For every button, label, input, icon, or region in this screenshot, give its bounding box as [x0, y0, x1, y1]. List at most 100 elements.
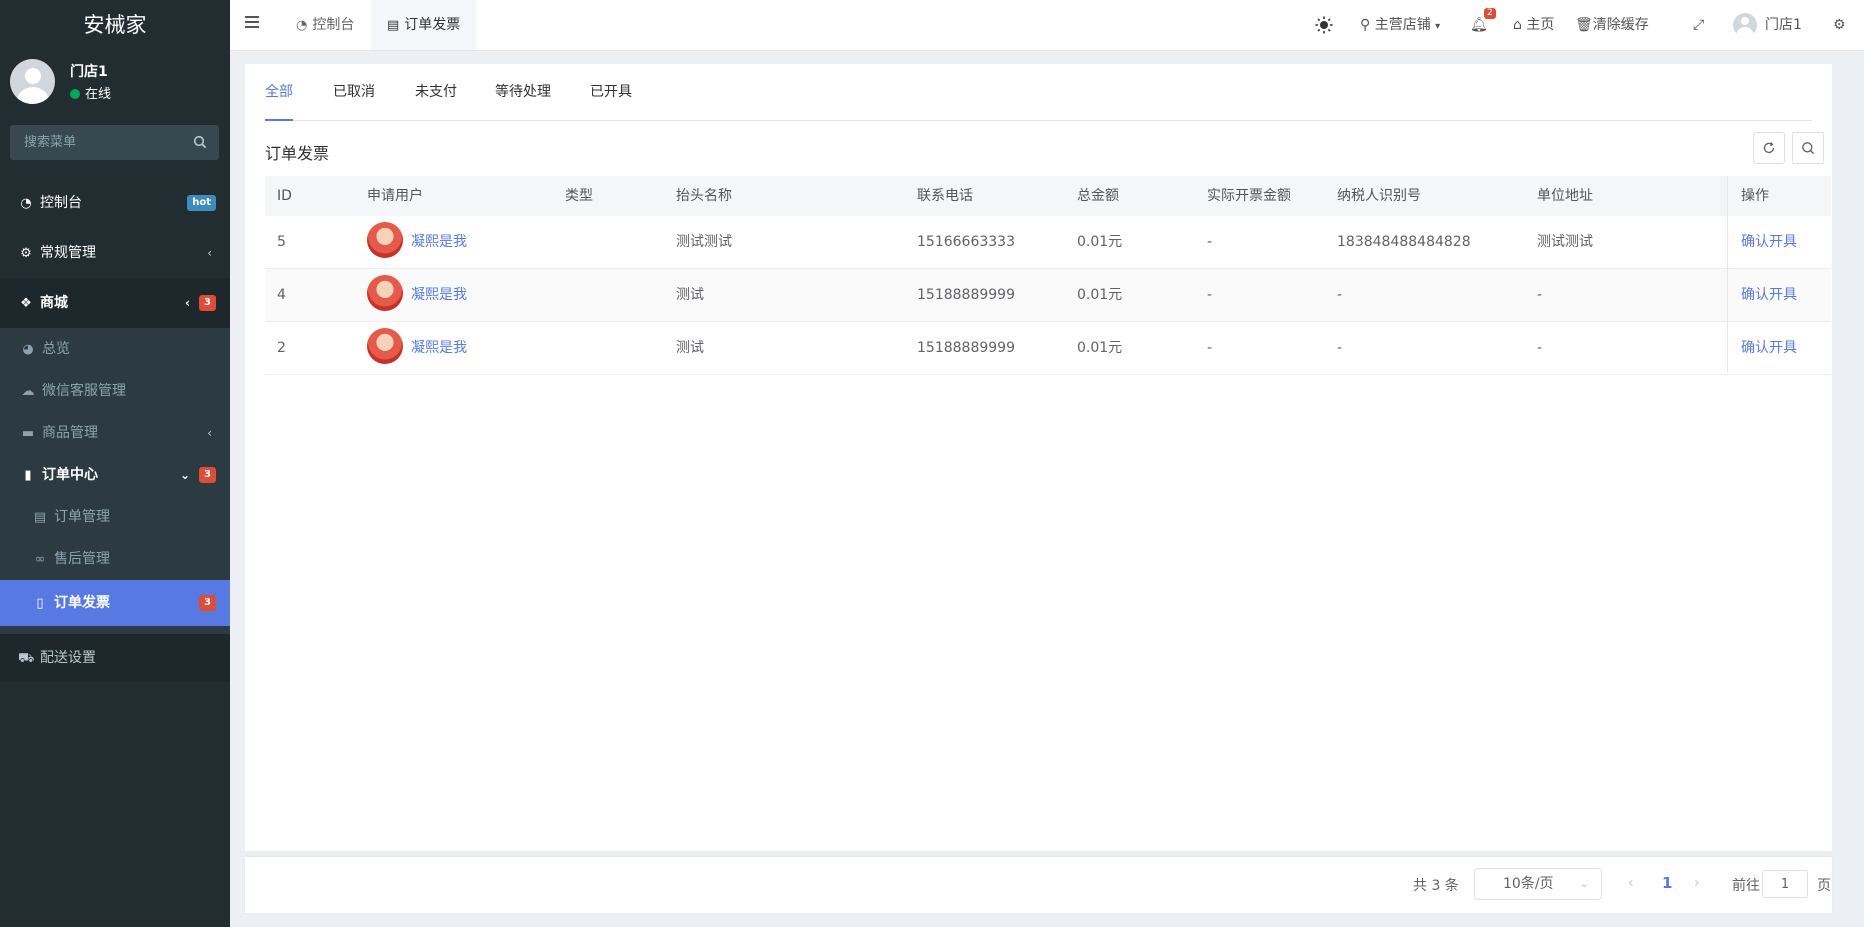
goto-page-input[interactable]	[1762, 870, 1808, 898]
page-size-select[interactable]: 10条/页 ⌄	[1474, 868, 1602, 900]
file-text-icon: ▤	[33, 510, 47, 525]
sidebar-item-label: 配送设置	[40, 650, 96, 666]
sidebar-item-overview[interactable]: ◕ 总览	[0, 328, 230, 370]
sidebar-item-label: 订单管理	[54, 509, 110, 525]
cell-id: 2	[277, 340, 286, 356]
total-count: 共 3 条	[1413, 878, 1459, 894]
menu-search-input[interactable]	[10, 125, 184, 160]
car-icon: ⛟	[18, 651, 35, 666]
confirm-issue-button[interactable]: 确认开具	[1741, 322, 1797, 374]
next-page-button[interactable]: ›	[1694, 875, 1700, 891]
cell-tax-id: -	[1337, 340, 1343, 356]
bell-icon: 🔔︎	[1470, 17, 1488, 33]
cell-user: 凝熙是我	[367, 216, 467, 268]
cell-actual: -	[1207, 287, 1213, 303]
cell-total: 0.01元	[1077, 287, 1123, 303]
tab-all[interactable]: 全部	[265, 64, 293, 121]
sidebar-item-general[interactable]: ⚙ 常规管理 ‹	[0, 228, 230, 278]
tab-pending[interactable]: 等待处理	[495, 64, 551, 120]
refresh-button[interactable]	[1753, 132, 1785, 164]
user-link[interactable]: 凝熙是我	[411, 340, 467, 356]
sidebar-item-after-sales[interactable]: ∞ 售后管理	[0, 538, 230, 580]
cell-actual: -	[1207, 234, 1213, 250]
sidebar-item-delivery[interactable]: ⛟ 配送设置	[0, 634, 230, 682]
sidebar-item-order-invoice[interactable]: ▯ 订单发票 3	[0, 580, 230, 626]
tab-cancelled[interactable]: 已取消	[333, 64, 375, 120]
prev-page-button[interactable]: ‹	[1628, 875, 1634, 891]
user-avatar	[367, 275, 403, 311]
dropbox-icon: ❖	[20, 296, 32, 311]
sun-icon	[1315, 16, 1333, 34]
expand-icon: ⤢	[1693, 17, 1705, 33]
chevron-down-icon: ⌄	[179, 468, 190, 482]
search-toggle-button[interactable]	[1792, 132, 1824, 164]
theme-toggle[interactable]	[1315, 0, 1333, 50]
page-number[interactable]: 1	[1662, 874, 1672, 892]
confirm-issue-button[interactable]: 确认开具	[1741, 269, 1797, 321]
avatar	[10, 59, 55, 104]
sidebar-item-mall[interactable]: ❖ 商城 ‹ 3	[0, 278, 230, 328]
status-tabs: 全部 已取消 未支付 等待处理 已开具	[265, 64, 1812, 121]
file-text-o-icon: ▤	[387, 18, 400, 33]
clear-cache-label: 清除缓存	[1592, 17, 1649, 33]
user-name: 门店1	[70, 64, 108, 80]
sidebar: 安械家 门店1 在线 ◔ 控制台 hot ⚙ 常规管理 ‹ ❖ 商城 ‹ 3 ◕ 总览	[0, 0, 230, 927]
cell-user: 凝熙是我	[367, 269, 467, 321]
sidebar-menu: ◔ 控制台 hot ⚙ 常规管理 ‹ ❖ 商城 ‹ 3 ◕ 总览 ☁ 微信客服管理 ▬ 商品…	[0, 178, 230, 682]
submenu-spacer	[0, 626, 230, 634]
comments-icon: ☁	[21, 384, 35, 399]
archive-icon: ▬	[21, 426, 35, 441]
notifications-button[interactable]: 🔔︎ 2	[1470, 0, 1496, 50]
sidebar-item-label: 商品管理	[42, 425, 98, 441]
clear-cache-button[interactable]: 🗑︎清除缓存	[1575, 0, 1649, 50]
chevron-left-icon: ‹	[185, 296, 190, 310]
cell-user: 凝熙是我	[367, 322, 467, 374]
cell-phone: 15188889999	[917, 287, 1015, 303]
sidebar-item-label: 微信客服管理	[42, 383, 126, 399]
chevron-left-icon: ‹	[207, 246, 212, 260]
file-text-o-icon: ▯	[36, 596, 44, 611]
home-link[interactable]: ⌂ 主页	[1513, 0, 1554, 50]
user-menu[interactable]: 门店1	[1733, 0, 1802, 50]
refresh-icon	[1763, 142, 1775, 154]
tab-issued[interactable]: 已开具	[590, 64, 632, 120]
store-dropdown[interactable]: ⚲ 主营店铺 ▾	[1360, 0, 1440, 50]
sidebar-item-order-center[interactable]: ▮ 订单中心 ⌄ 3	[0, 454, 230, 496]
menu-toggle-icon[interactable]	[245, 16, 259, 32]
col-user: 申请用户	[367, 188, 423, 204]
fullscreen-button[interactable]: ⤢	[1693, 0, 1704, 50]
home-label: 主页	[1526, 17, 1555, 33]
sidebar-item-wechat-service[interactable]: ☁ 微信客服管理	[0, 370, 230, 412]
file-icon: ▮	[24, 468, 32, 483]
sidebar-item-order-manage[interactable]: ▤ 订单管理	[0, 496, 230, 538]
invoice-table: ID 申请用户 类型 抬头名称 联系电话 总金额 实际开票金额 纳税人识别号 单…	[265, 176, 1831, 375]
confirm-issue-button[interactable]: 确认开具	[1741, 216, 1797, 268]
sidebar-item-products[interactable]: ▬ 商品管理 ‹	[0, 412, 230, 454]
tab-label: 控制台	[312, 17, 355, 33]
sidebar-item-dashboard[interactable]: ◔ 控制台 hot	[0, 178, 230, 228]
user-panel: 门店1 在线	[0, 50, 230, 123]
tab-label: 全部	[265, 84, 293, 100]
sidebar-item-label: 订单中心	[42, 467, 98, 483]
tab-dashboard[interactable]: ◔ 控制台	[280, 0, 370, 50]
user-link[interactable]: 凝熙是我	[411, 287, 467, 303]
user-link[interactable]: 凝熙是我	[411, 234, 467, 250]
col-type: 类型	[565, 188, 593, 204]
page-title: 订单发票	[265, 144, 330, 163]
search-icon	[1802, 142, 1815, 155]
cell-tax-id: -	[1337, 287, 1343, 303]
sidebar-item-label: 常规管理	[40, 245, 96, 261]
tab-unpaid[interactable]: 未支付	[415, 64, 457, 120]
goto-suffix: 页	[1817, 878, 1831, 894]
tab-label: 订单发票	[404, 17, 461, 33]
cell-id: 5	[277, 234, 286, 250]
app-logo[interactable]: 安械家	[0, 0, 230, 50]
user-menu-name: 门店1	[1765, 17, 1802, 33]
cell-phone: 15166663333	[917, 234, 1015, 250]
cell-address: -	[1537, 340, 1543, 356]
search-icon[interactable]	[193, 135, 207, 149]
count-badge: 3	[199, 295, 216, 311]
settings-button[interactable]: ⚙	[1833, 0, 1846, 50]
map-marker-icon: ⚲	[1360, 17, 1371, 33]
tab-order-invoice[interactable]: ▤ 订单发票	[371, 0, 477, 50]
